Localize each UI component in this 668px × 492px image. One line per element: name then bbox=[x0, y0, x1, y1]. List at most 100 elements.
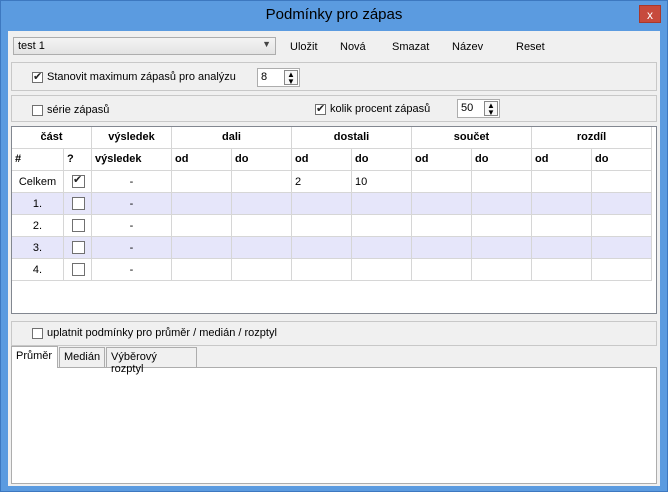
chevron-down-icon[interactable]: ▼ bbox=[262, 39, 271, 49]
save-button[interactable]: Uložit bbox=[290, 41, 318, 53]
title-bar[interactable]: Podmínky pro zápas x bbox=[1, 1, 667, 31]
reset-button[interactable]: Reset bbox=[516, 41, 545, 53]
series-label: série zápasů bbox=[47, 104, 110, 116]
grid-cell[interactable] bbox=[592, 171, 652, 193]
client-area: test 1 ▼ Uložit Nová Smazat Název Reset … bbox=[8, 31, 660, 486]
grid-cell[interactable] bbox=[172, 193, 232, 215]
row-result[interactable]: - bbox=[92, 259, 172, 281]
row-checkbox[interactable] bbox=[72, 241, 85, 254]
grid-cell[interactable] bbox=[232, 171, 292, 193]
row-result[interactable]: - bbox=[92, 193, 172, 215]
grid-cell[interactable] bbox=[532, 171, 592, 193]
grid-cell[interactable] bbox=[532, 193, 592, 215]
grid-cell[interactable] bbox=[532, 215, 592, 237]
grid-cell[interactable] bbox=[352, 259, 412, 281]
row-result[interactable]: - bbox=[92, 171, 172, 193]
row-label: 1. bbox=[12, 193, 64, 215]
grid-cell[interactable] bbox=[352, 237, 412, 259]
grid-cell[interactable] bbox=[472, 259, 532, 281]
tab-sample-variance[interactable]: Výběrový rozptyl bbox=[106, 347, 197, 375]
grid-cell[interactable] bbox=[292, 237, 352, 259]
grid-cell[interactable]: 10 bbox=[352, 171, 412, 193]
series-checkbox[interactable] bbox=[32, 105, 43, 116]
row-label: 2. bbox=[12, 215, 64, 237]
grid-cell[interactable] bbox=[412, 215, 472, 237]
grid-cell[interactable] bbox=[232, 193, 292, 215]
column-header: od bbox=[412, 149, 472, 171]
group-header: součet bbox=[412, 127, 532, 149]
tab-median[interactable]: Medián bbox=[59, 347, 105, 367]
grid-cell[interactable] bbox=[472, 193, 532, 215]
tab-average[interactable]: Průměr bbox=[11, 346, 58, 368]
apply-stats-label: uplatnit podmínky pro průměr / medián / … bbox=[47, 327, 277, 339]
column-header: do bbox=[592, 149, 652, 171]
percent-spinner[interactable]: 50 ▲ ▼ bbox=[457, 99, 500, 118]
delete-button[interactable]: Smazat bbox=[392, 41, 429, 53]
percent-checkbox[interactable] bbox=[315, 102, 326, 115]
grid-cell[interactable] bbox=[172, 171, 232, 193]
dialog-window: Podmínky pro zápas x test 1 ▼ Uložit Nov… bbox=[0, 0, 668, 492]
rename-button[interactable]: Název bbox=[452, 41, 483, 53]
row-label: 4. bbox=[12, 259, 64, 281]
grid-cell[interactable] bbox=[472, 171, 532, 193]
grid-cell[interactable] bbox=[292, 259, 352, 281]
grid-cell[interactable] bbox=[592, 215, 652, 237]
grid-cell[interactable] bbox=[592, 237, 652, 259]
condition-select[interactable]: test 1 ▼ bbox=[13, 37, 276, 55]
column-header: od bbox=[172, 149, 232, 171]
toolbar: test 1 ▼ Uložit Nová Smazat Název Reset bbox=[8, 31, 660, 61]
grid-cell[interactable] bbox=[592, 193, 652, 215]
row-result[interactable]: - bbox=[92, 237, 172, 259]
column-header: do bbox=[472, 149, 532, 171]
group-header: dostali bbox=[292, 127, 412, 149]
close-button[interactable]: x bbox=[639, 5, 661, 23]
column-header: # bbox=[12, 149, 64, 171]
grid-cell[interactable] bbox=[592, 259, 652, 281]
grid-cell[interactable] bbox=[412, 193, 472, 215]
grid-cell[interactable] bbox=[172, 259, 232, 281]
max-matches-checkbox[interactable] bbox=[32, 70, 43, 83]
group-header: dali bbox=[172, 127, 292, 149]
tab-content bbox=[11, 367, 657, 484]
group-header: výsledek bbox=[92, 127, 172, 149]
grid-cell[interactable] bbox=[172, 215, 232, 237]
grid-cell[interactable] bbox=[352, 215, 412, 237]
grid-cell[interactable] bbox=[472, 215, 532, 237]
spinner-arrows-icon[interactable]: ▲ ▼ bbox=[484, 101, 498, 117]
grid-cell[interactable] bbox=[352, 193, 412, 215]
row-check-cell bbox=[64, 215, 92, 237]
grid-cell[interactable] bbox=[412, 259, 472, 281]
row-label: Celkem bbox=[12, 171, 64, 193]
window-title: Podmínky pro zápas bbox=[265, 6, 403, 23]
conditions-grid[interactable]: část výsledek dali dostali součet rozdíl #? výs… bbox=[11, 126, 657, 314]
grid-cell[interactable] bbox=[472, 237, 532, 259]
grid-cell[interactable] bbox=[412, 237, 472, 259]
stats-tabs: Průměr Medián Výběrový rozptyl bbox=[11, 346, 657, 484]
column-header: výsledek bbox=[92, 149, 172, 171]
column-header: od bbox=[532, 149, 592, 171]
spinner-arrows-icon[interactable]: ▲ ▼ bbox=[284, 70, 298, 86]
row-checkbox[interactable] bbox=[72, 263, 85, 276]
new-button[interactable]: Nová bbox=[340, 41, 366, 53]
grid-cell[interactable] bbox=[172, 237, 232, 259]
max-matches-label: Stanovit maximum zápasů pro analýzu bbox=[47, 71, 236, 83]
grid-cell[interactable] bbox=[232, 237, 292, 259]
apply-stats-checkbox[interactable] bbox=[32, 328, 43, 339]
row-checkbox[interactable] bbox=[72, 219, 85, 232]
group-header: část bbox=[12, 127, 92, 149]
grid-cell[interactable] bbox=[412, 171, 472, 193]
row-checkbox[interactable] bbox=[72, 173, 85, 188]
grid-cell[interactable] bbox=[232, 215, 292, 237]
grid-cell[interactable] bbox=[532, 259, 592, 281]
max-matches-spinner[interactable]: 8 ▲ ▼ bbox=[257, 68, 300, 87]
max-matches-panel: Stanovit maximum zápasů pro analýzu 8 ▲▼ bbox=[11, 62, 657, 91]
grid-cell[interactable]: 2 bbox=[292, 171, 352, 193]
row-result[interactable]: - bbox=[92, 215, 172, 237]
row-checkbox[interactable] bbox=[72, 197, 85, 210]
grid-cell[interactable] bbox=[292, 215, 352, 237]
grid-cell[interactable] bbox=[292, 193, 352, 215]
grid-cell[interactable] bbox=[532, 237, 592, 259]
column-header: ? bbox=[64, 149, 92, 171]
series-panel: série zápasů kolik procent zápasů 50 ▲▼ bbox=[11, 95, 657, 122]
grid-cell[interactable] bbox=[232, 259, 292, 281]
